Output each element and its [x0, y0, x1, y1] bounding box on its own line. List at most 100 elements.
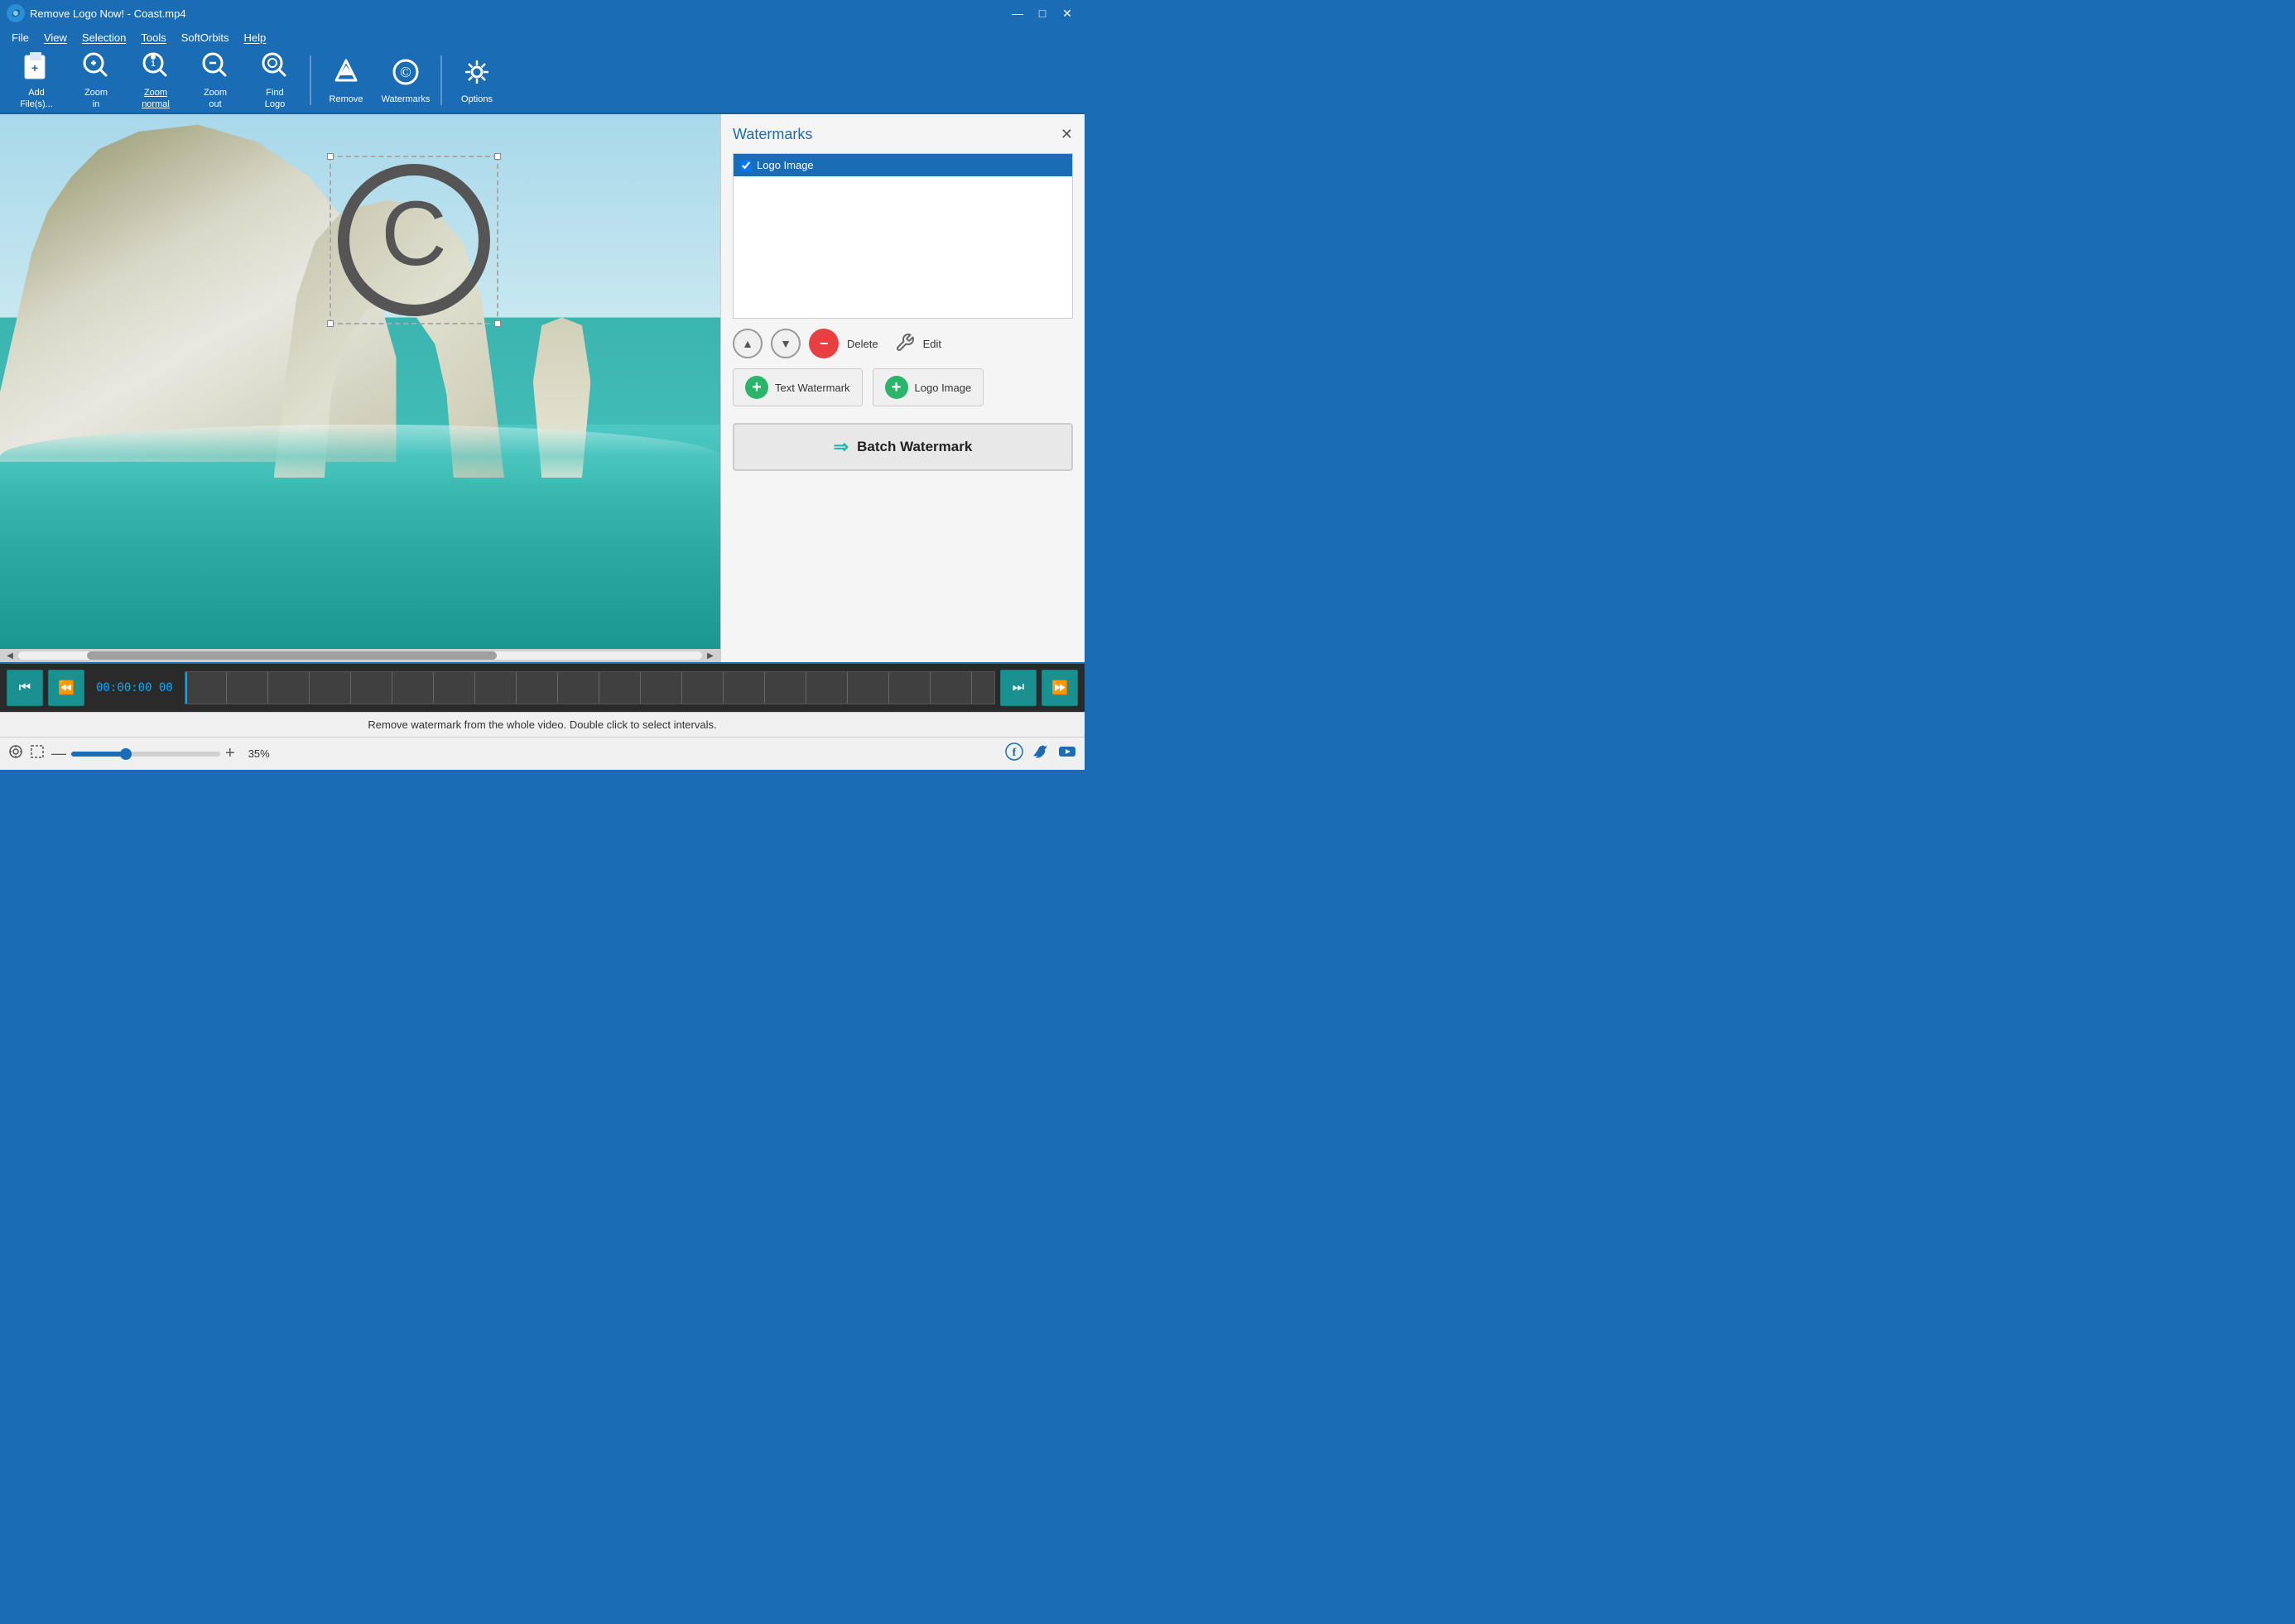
panel-title: Watermarks — [733, 126, 812, 143]
zoom-in-label: Zoomin — [84, 88, 108, 109]
batch-arrow-icon: ⇒ — [834, 436, 849, 458]
handle-bl[interactable] — [327, 320, 334, 327]
batch-watermark-button[interactable]: ⇒ Batch Watermark — [733, 423, 1073, 471]
find-logo-icon — [260, 50, 290, 84]
twitter-icon[interactable] — [1032, 742, 1050, 765]
title-bar-controls: — □ ✕ — [1007, 5, 1078, 22]
maximize-button[interactable]: □ — [1032, 5, 1053, 22]
skip-end-icon: ⏩ — [1051, 680, 1068, 696]
scrollbar-thumb[interactable] — [87, 651, 498, 660]
zoom-slider-container: — + — [51, 744, 235, 763]
prev-frame-icon: ⏪ — [58, 680, 75, 696]
delete-icon: − — [820, 336, 829, 351]
timeline-track[interactable] — [185, 671, 995, 704]
add-text-watermark-button[interactable]: + Text Watermark — [733, 368, 863, 406]
timeline-area: ⏮ ⏪ 00:00:00 00 ⏭ ⏩ — [0, 662, 1085, 712]
panel-header: Watermarks ✕ — [733, 126, 1073, 143]
zoom-minus-button[interactable]: — — [51, 745, 66, 762]
scrollbar-track[interactable] — [18, 651, 702, 660]
watermarks-icon: © — [391, 57, 421, 91]
remove-button[interactable]: Remove — [318, 51, 374, 109]
zoom-plus-button[interactable]: + — [225, 744, 235, 763]
delete-label: Delete — [847, 338, 878, 350]
title-bar-left: Remove Logo Now! - Coast.mp4 — [7, 4, 186, 22]
watermark-checkbox[interactable] — [740, 160, 752, 171]
zoom-out-label: Zoomout — [204, 88, 227, 109]
minimize-button[interactable]: — — [1007, 5, 1028, 22]
add-logo-image-button[interactable]: + Logo Image — [873, 368, 984, 406]
svg-text:f: f — [1013, 747, 1017, 759]
watermark-list: Logo Image — [733, 153, 1073, 319]
toolbar-sep-1 — [310, 55, 311, 105]
options-button[interactable]: Options — [449, 51, 505, 109]
close-button[interactable]: ✕ — [1056, 5, 1078, 22]
zoom-thumb[interactable] — [120, 748, 132, 760]
zoom-out-button[interactable]: Zoomout — [187, 51, 243, 109]
timeline-cursor — [185, 672, 187, 704]
up-arrow-icon: ▲ — [742, 337, 753, 350]
handle-tl[interactable] — [327, 153, 334, 160]
zoom-fit-icon[interactable] — [8, 744, 23, 763]
watermark-list-item[interactable]: Logo Image — [734, 154, 1072, 176]
app-icon — [7, 4, 25, 22]
svg-text:1: 1 — [151, 60, 156, 69]
add-text-icon: + — [745, 376, 768, 399]
zoom-slider[interactable] — [71, 752, 220, 757]
panel-close-button[interactable]: ✕ — [1061, 126, 1073, 143]
zoom-percentage: 35% — [248, 747, 270, 760]
svg-text:C: C — [381, 183, 446, 285]
menu-selection[interactable]: Selection — [75, 30, 132, 46]
status-message: Remove watermark from the whole video. D… — [368, 718, 716, 731]
window-title: Remove Logo Now! - Coast.mp4 — [30, 7, 186, 20]
menu-help[interactable]: Help — [238, 30, 273, 46]
menu-tools[interactable]: Tools — [134, 30, 172, 46]
horizontal-scrollbar[interactable]: ◀ ▶ — [0, 649, 720, 662]
add-text-label: Text Watermark — [775, 382, 850, 394]
add-files-label: AddFile(s)... — [20, 88, 53, 109]
skip-start-icon: ⏮ — [19, 680, 31, 695]
add-files-button[interactable]: + AddFile(s)... — [8, 51, 65, 109]
menu-file[interactable]: File — [5, 30, 36, 46]
find-logo-label: FindLogo — [265, 88, 285, 109]
move-down-button[interactable]: ▼ — [771, 329, 801, 358]
video-scroll-area: C — [0, 114, 720, 649]
zoom-selection-icon[interactable] — [30, 744, 45, 763]
youtube-icon[interactable] — [1058, 742, 1076, 765]
find-logo-button[interactable]: FindLogo — [247, 51, 303, 109]
remove-label: Remove — [330, 94, 363, 104]
watermark-overlay: C — [331, 157, 497, 323]
menu-bar: File View Selection Tools SoftOrbits Hel… — [0, 26, 1085, 48]
watermarks-button[interactable]: © Watermarks — [378, 51, 434, 109]
move-up-button[interactable]: ▲ — [733, 329, 763, 358]
waves — [0, 425, 720, 489]
video-outer: C ◀ ▶ — [0, 114, 720, 662]
copyright-watermark-svg: C — [335, 161, 493, 319]
batch-watermark-label: Batch Watermark — [857, 439, 972, 455]
main-content: C ◀ ▶ Watermarks ✕ — [0, 114, 1085, 662]
scroll-right-arrow[interactable]: ▶ — [702, 649, 719, 662]
zoom-in-button[interactable]: Zoomin — [68, 51, 124, 109]
next-frame-button[interactable]: ⏭ — [1000, 670, 1037, 706]
handle-tr[interactable] — [494, 153, 501, 160]
prev-frame-button[interactable]: ⏪ — [48, 670, 84, 706]
next-frame-icon: ⏭ — [1013, 680, 1024, 695]
delete-button[interactable]: − — [809, 329, 839, 358]
zoom-out-icon — [200, 50, 230, 84]
watermarks-label: Watermarks — [382, 94, 431, 104]
remove-icon — [331, 57, 361, 91]
skip-to-start-button[interactable]: ⏮ — [7, 670, 43, 706]
zoom-normal-label: Zoomnormal — [142, 88, 170, 109]
scroll-left-arrow[interactable]: ◀ — [2, 649, 18, 662]
skip-to-end-button[interactable]: ⏩ — [1042, 670, 1078, 706]
menu-view[interactable]: View — [37, 30, 74, 46]
time-display: 00:00:00 00 — [96, 681, 173, 694]
handle-br[interactable] — [494, 320, 501, 327]
social-links: f — [1005, 742, 1076, 765]
options-label: Options — [461, 94, 493, 104]
zoom-normal-button[interactable]: 1 Zoomnormal — [128, 51, 184, 109]
svg-text:+: + — [31, 61, 38, 74]
status-bar: Remove watermark from the whole video. D… — [0, 712, 1085, 737]
menu-softorbits[interactable]: SoftOrbits — [175, 30, 236, 46]
svg-text:©: © — [400, 64, 411, 80]
facebook-icon[interactable]: f — [1005, 742, 1023, 765]
